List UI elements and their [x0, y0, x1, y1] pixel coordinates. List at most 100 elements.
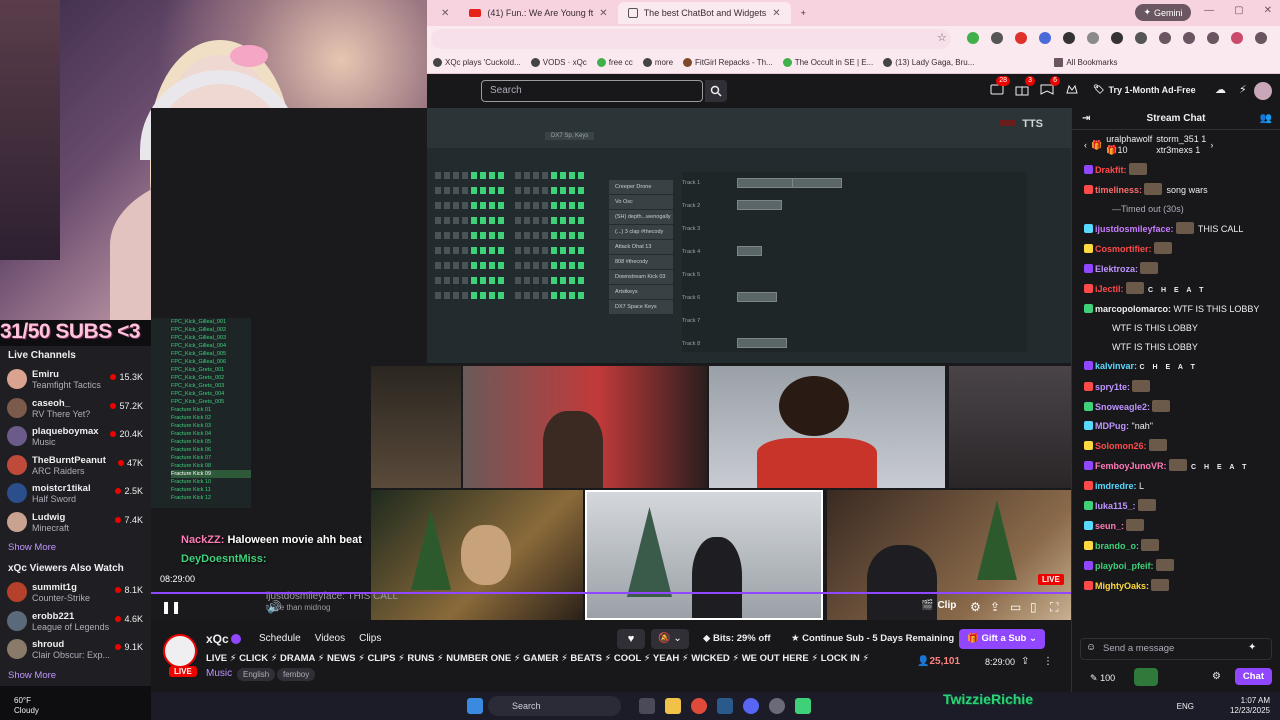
chat-message[interactable]: MightyOaks:	[1072, 576, 1280, 596]
inbox-button[interactable]: 28	[989, 76, 1010, 97]
chat-username[interactable]: Snoweagle2:	[1095, 402, 1150, 412]
chrome-icon[interactable]	[691, 698, 707, 714]
chat-username[interactable]: iJectil:	[1095, 284, 1124, 294]
prime-button[interactable]: 6	[1039, 76, 1060, 97]
bookmark[interactable]: FitGirl Repacks - Th...	[683, 58, 773, 67]
bookmark[interactable]: The Occult in SE | E...	[782, 58, 873, 67]
crown-button[interactable]	[1064, 81, 1080, 97]
new-tab-button[interactable]: +	[791, 2, 816, 24]
discord-icon[interactable]	[743, 698, 759, 714]
chat-message[interactable]: kalvinvar: C H E A T	[1072, 357, 1280, 377]
theatre-icon[interactable]: ▯	[1030, 600, 1037, 614]
volume-icon[interactable]: 🔊	[267, 600, 282, 614]
star-icon[interactable]: ☆	[937, 31, 947, 44]
sidebar-icon[interactable]	[1183, 32, 1195, 44]
close-icon[interactable]: ✕	[599, 8, 607, 19]
share-icon[interactable]: ⇪	[990, 600, 1000, 614]
chat-username[interactable]: Elektroza:	[1095, 264, 1138, 274]
sidebar-channel[interactable]: erobb221 League of Legends 4.6K	[0, 607, 151, 636]
channel-points-claim[interactable]	[1134, 668, 1158, 686]
chat-message[interactable]: Solomon26:	[1072, 436, 1280, 456]
settings-icon[interactable]: ⚙	[1212, 671, 1221, 682]
translate-icon[interactable]: ⚡	[1239, 83, 1247, 96]
chat-username[interactable]: Cosmortifier:	[1095, 244, 1152, 254]
bookmark[interactable]: more	[642, 58, 673, 67]
maximize-icon[interactable]: ▢	[1234, 5, 1243, 16]
weather-widget[interactable]: 60°F Cloudy	[14, 696, 39, 716]
bookmark[interactable]: VODS · xQc	[530, 58, 587, 67]
sidebar-channel[interactable]: Ludwig Minecraft 7.4K	[0, 508, 151, 537]
ad-free-button[interactable]: 🏷 Try 1-Month Ad-Free	[1093, 84, 1196, 95]
chat-message[interactable]: —Timed out (30s)	[1072, 200, 1280, 219]
chat-message[interactable]: timeliness: song wars	[1072, 180, 1280, 200]
chat-message[interactable]: Cosmortifier:	[1072, 239, 1280, 259]
channel-points[interactable]: ✎ 100	[1090, 673, 1115, 684]
tab-schedule[interactable]: Schedule	[259, 633, 301, 644]
cloud-icon[interactable]: ☁	[1215, 83, 1226, 96]
chat-username[interactable]: luka115_:	[1095, 501, 1136, 511]
chat-username[interactable]: Drakfit:	[1095, 165, 1127, 175]
extension-icon[interactable]	[1087, 32, 1099, 44]
chat-username[interactable]: kalvinvar:	[1095, 361, 1137, 371]
extension-icon[interactable]	[1111, 32, 1123, 44]
tab-clips[interactable]: Clips	[359, 633, 381, 644]
chat-message[interactable]: brando_o:	[1072, 536, 1280, 556]
sidebar-channel[interactable]: moistcr1tikal Half Sword 2.5K	[0, 479, 151, 508]
miniplayer-icon[interactable]: ▭	[1010, 600, 1021, 614]
notifications-button[interactable]: 🔕 ⌄	[651, 629, 689, 649]
chat-message[interactable]: MDPug: "nah"	[1072, 417, 1280, 436]
chat-message[interactable]: seun_:	[1072, 516, 1280, 536]
file-explorer-icon[interactable]	[665, 698, 681, 714]
all-bookmarks[interactable]: All Bookmarks	[1054, 58, 1118, 67]
more-options-icon[interactable]: ⋮	[1043, 656, 1053, 667]
share-icon[interactable]: ⇪	[1021, 656, 1029, 667]
language-indicator[interactable]: ENG	[1177, 702, 1194, 711]
chat-message[interactable]: WTF IS THIS LOBBY	[1072, 338, 1280, 357]
sidebar-channel[interactable]: caseoh_ RV There Yet? 57.2K	[0, 394, 151, 423]
pause-icon[interactable]: ❚❚	[161, 600, 181, 614]
gift-button[interactable]: 3	[1014, 76, 1035, 97]
chat-message[interactable]: marcopolomarco: WTF IS THIS LOBBY	[1072, 300, 1280, 319]
chat-message[interactable]: playboi_pfeif:	[1072, 556, 1280, 576]
chat-username[interactable]: MDPug:	[1095, 421, 1129, 431]
chat-message[interactable]: luka115_:	[1072, 496, 1280, 516]
windows-start-icon[interactable]	[467, 698, 483, 714]
show-more-link[interactable]: Show More	[0, 536, 151, 559]
sidebar-channel[interactable]: TheBurntPeanut ARC Raiders 47K	[0, 451, 151, 480]
fl-studio-icon[interactable]	[795, 698, 811, 714]
video-player[interactable]: DX7 Sp. Keys TTS Creeper Drone Vo Osc (SH)…	[151, 108, 1071, 620]
channel-name[interactable]: xQc	[206, 632, 229, 646]
browser-tab[interactable]: ✕	[431, 2, 459, 24]
chat-username[interactable]: seun_:	[1095, 521, 1124, 531]
gift-sub-button[interactable]: 🎁 Gift a Sub ⌄	[959, 629, 1045, 649]
search-button[interactable]	[705, 80, 727, 102]
system-clock[interactable]: 1:07 AM 12/23/2025	[1230, 696, 1270, 716]
search-input[interactable]: Search	[481, 80, 703, 102]
chat-message[interactable]: ijustdosmileyface: THIS CALL	[1072, 219, 1280, 239]
chevron-left-icon[interactable]: ‹	[1084, 140, 1087, 150]
task-view-icon[interactable]	[639, 698, 655, 714]
chat-username[interactable]: marcopolomarco:	[1095, 304, 1171, 314]
chat-message[interactable]: iJectil: C H E A T	[1072, 279, 1280, 300]
extension-icon[interactable]	[1063, 32, 1075, 44]
bookmark[interactable]: XQc plays 'Cuckold...	[433, 58, 521, 67]
chat-username[interactable]: FemboyJunoVR:	[1095, 461, 1167, 471]
player-progress-bar[interactable]	[151, 592, 1071, 594]
chat-message[interactable]: imdredre: L	[1072, 477, 1280, 496]
chat-message[interactable]: Snoweagle2:	[1072, 397, 1280, 417]
chat-message[interactable]: WTF IS THIS LOBBY	[1072, 319, 1280, 338]
bits-button[interactable]: ◆ Bits: 29% off	[697, 629, 777, 649]
chat-username[interactable]: playboi_pfeif:	[1095, 561, 1154, 571]
sidebar-channel[interactable]: Emiru Teamfight Tactics 15.3K	[0, 365, 151, 394]
profile-icon[interactable]	[1231, 32, 1243, 44]
browser-tab-youtube[interactable]: (41) Fun.: We Are Young ft ✕	[459, 2, 617, 24]
chevron-right-icon[interactable]: ›	[1210, 140, 1213, 150]
follow-button[interactable]: ♥	[617, 629, 645, 649]
chat-username[interactable]: timeliness:	[1095, 185, 1142, 195]
extension-icon[interactable]	[1039, 32, 1051, 44]
menu-icon[interactable]	[1255, 32, 1267, 44]
settings-icon[interactable]: ⚙	[970, 600, 981, 614]
chat-message[interactable]: spry1te:	[1072, 377, 1280, 397]
chat-username[interactable]: Solomon26:	[1095, 441, 1147, 451]
chat-message[interactable]: Elektroza:	[1072, 259, 1280, 279]
